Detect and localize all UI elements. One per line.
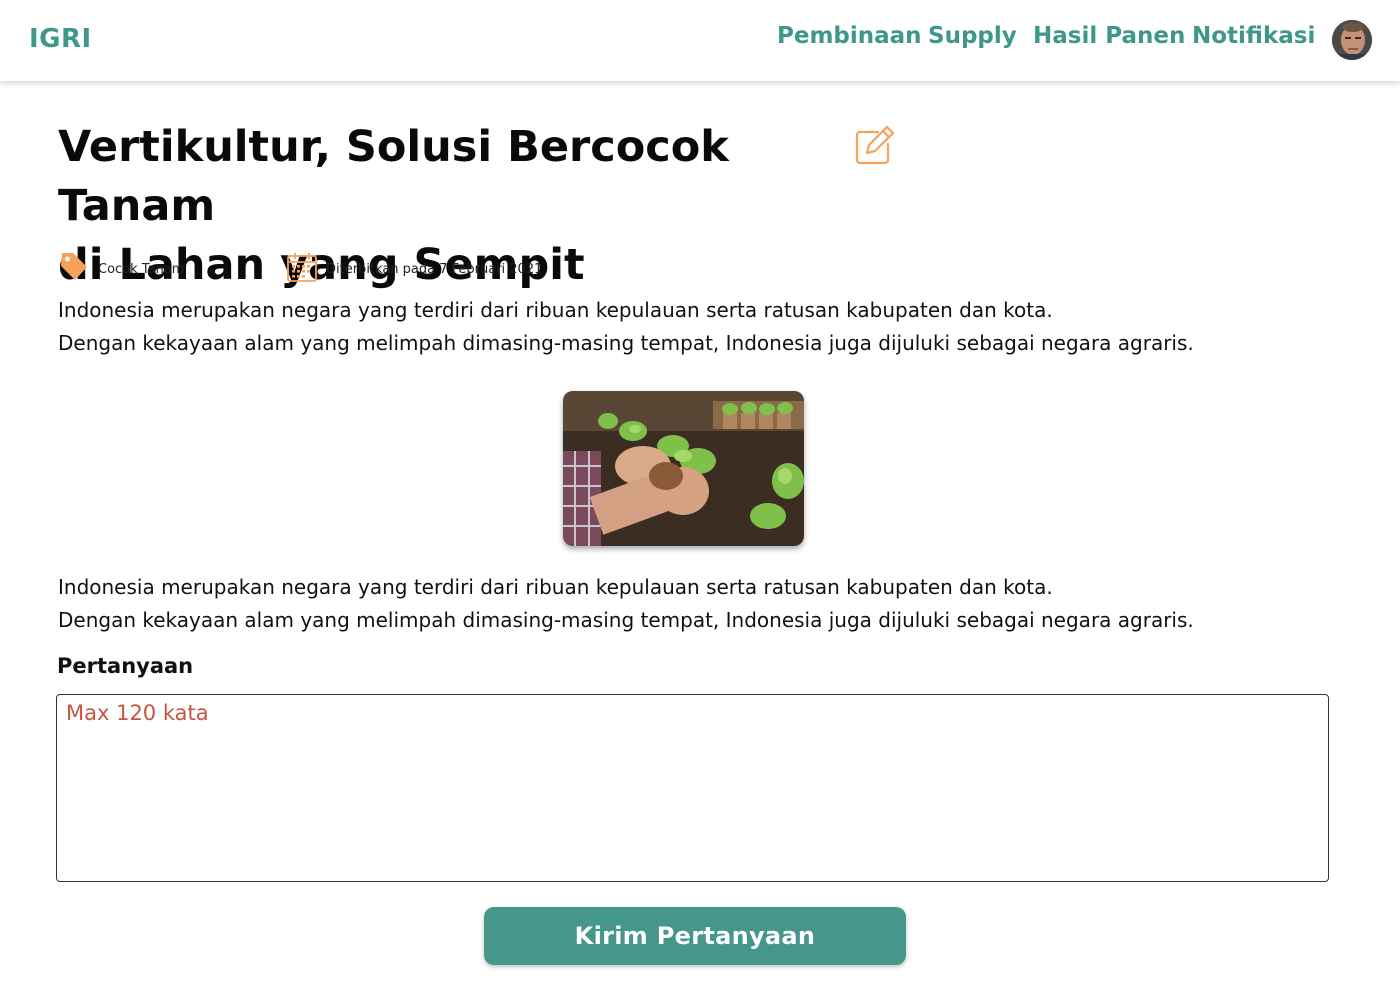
brand-logo[interactable]: IGRI xyxy=(29,24,92,54)
article-published: Diterbitkan pada 7 Februari 2021 xyxy=(286,252,542,286)
category-label: Cocok Tanam xyxy=(98,261,185,277)
submit-question-button[interactable]: Kirim Pertanyaan xyxy=(484,907,906,965)
tag-icon xyxy=(58,250,90,288)
paragraph-1-line-1: Indonesia merupakan negara yang terdiri … xyxy=(58,298,1053,322)
article-image xyxy=(563,391,804,546)
nav-item-notifikasi[interactable]: Notifikasi xyxy=(1192,23,1315,49)
article-category: Cocok Tanam xyxy=(58,252,184,286)
article-title-line1: Vertikultur, Solusi Bercocok Tanam xyxy=(58,122,729,231)
question-label: Pertanyaan xyxy=(57,654,194,678)
paragraph-1-line-2: Dengan kekayaan alam yang melimpah dimas… xyxy=(58,331,1194,355)
question-input[interactable] xyxy=(56,694,1329,882)
paragraph-2-line-2: Dengan kekayaan alam yang melimpah dimas… xyxy=(58,608,1194,632)
paragraph-2-line-1: Indonesia merupakan negara yang terdiri … xyxy=(58,575,1053,599)
user-avatar[interactable] xyxy=(1332,20,1372,60)
top-navbar: IGRI Pembinaan Supply Hasil Panen Notifi… xyxy=(0,0,1400,81)
nav-item-hasil-panen[interactable]: Hasil Panen xyxy=(1033,23,1185,49)
avatar-face-icon xyxy=(1332,20,1372,60)
edit-icon[interactable] xyxy=(854,124,896,166)
article-paragraph-1: Indonesia merupakan negara yang terdiri … xyxy=(58,294,1358,360)
article-paragraph-2: Indonesia merupakan negara yang terdiri … xyxy=(58,571,1358,637)
calendar-icon xyxy=(286,251,318,287)
nav-item-supply[interactable]: Supply xyxy=(928,23,1017,49)
nav-item-pembinaan[interactable]: Pembinaan xyxy=(777,23,922,49)
published-date: Diterbitkan pada 7 Februari 2021 xyxy=(326,261,543,277)
